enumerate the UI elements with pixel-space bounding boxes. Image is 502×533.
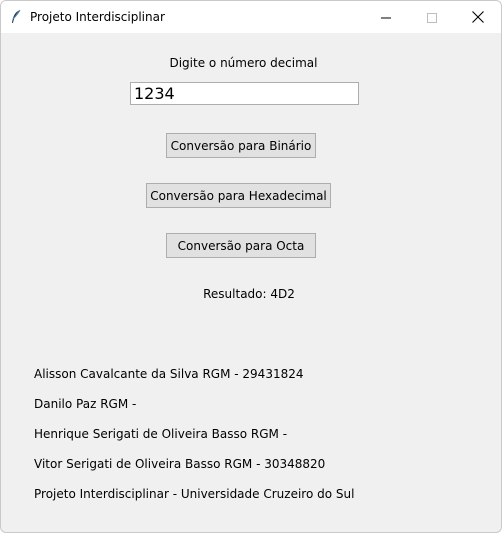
- credit-line: Danilo Paz RGM -: [34, 397, 137, 411]
- feather-icon: [9, 9, 23, 25]
- convert-binary-button[interactable]: Conversão para Binário: [166, 133, 316, 158]
- project-footer: Projeto Interdisciplinar - Universidade …: [34, 487, 355, 501]
- minimize-button[interactable]: [363, 1, 409, 33]
- result-label: Resultado: 4D2: [203, 287, 295, 301]
- credit-line: Vitor Serigati de Oliveira Basso RGM - 3…: [34, 457, 326, 471]
- decimal-input[interactable]: [130, 82, 359, 105]
- window-title: Projeto Interdisciplinar: [30, 10, 165, 24]
- convert-hex-button[interactable]: Conversão para Hexadecimal: [146, 183, 331, 208]
- close-button[interactable]: [455, 1, 501, 33]
- title-bar[interactable]: Projeto Interdisciplinar: [1, 1, 501, 33]
- app-window: Projeto Interdisciplinar Digite o número…: [0, 0, 502, 533]
- main-content: Digite o número decimal Conversão para B…: [1, 33, 501, 532]
- credit-line: Alisson Cavalcante da Silva RGM - 294318…: [34, 367, 304, 381]
- prompt-label: Digite o número decimal: [169, 56, 318, 70]
- minimize-icon: [381, 8, 391, 27]
- maximize-icon: [427, 8, 437, 27]
- maximize-button[interactable]: [409, 1, 455, 33]
- close-icon: [472, 8, 484, 27]
- credit-line: Henrique Serigati de Oliveira Basso RGM …: [34, 427, 288, 441]
- convert-octal-button[interactable]: Conversão para Octa: [166, 233, 316, 258]
